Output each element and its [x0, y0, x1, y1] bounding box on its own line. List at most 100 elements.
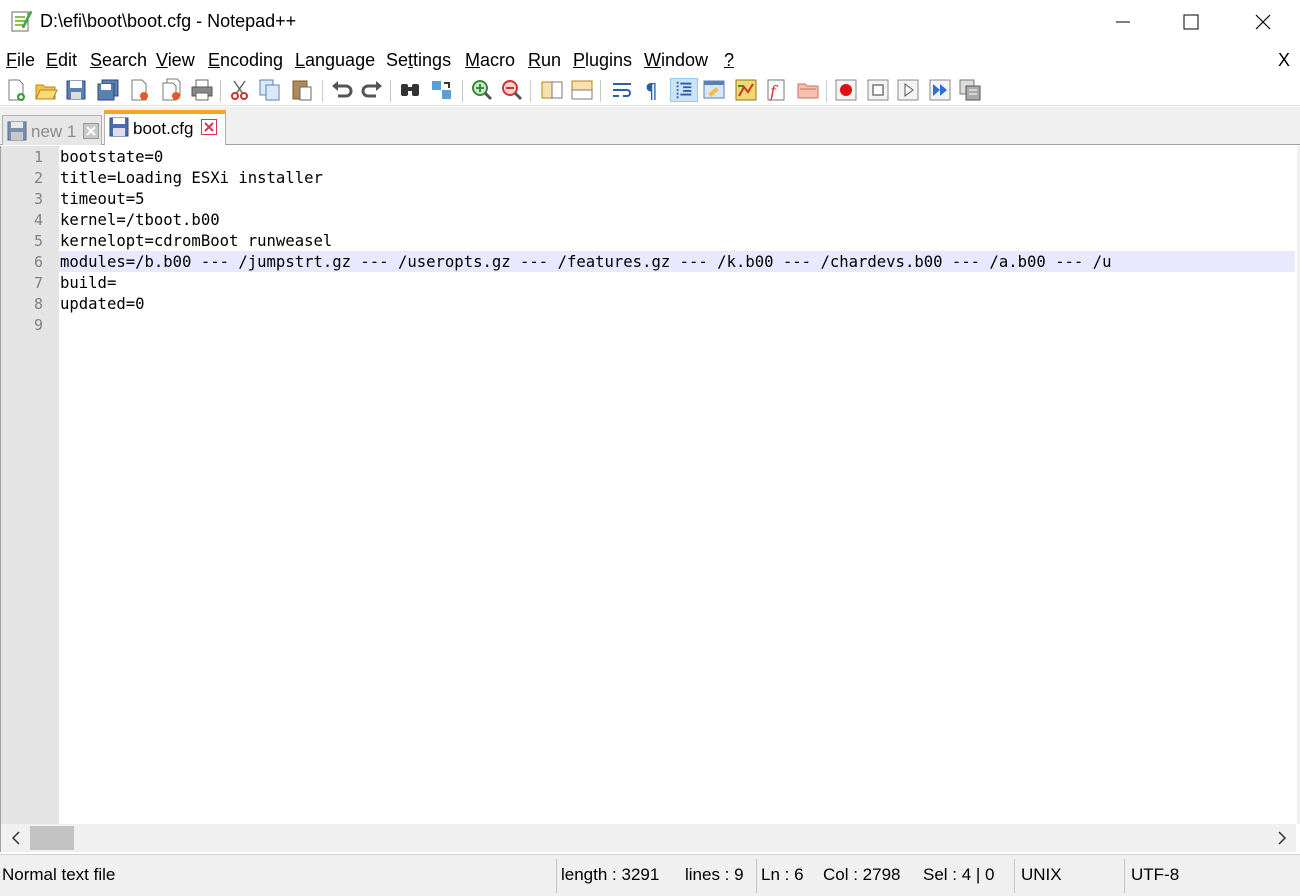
indent-guide-icon[interactable]	[670, 78, 698, 102]
redo-icon[interactable]	[360, 78, 384, 102]
editor-line[interactable]: 9	[1, 314, 1297, 335]
line-number: 3	[33, 190, 43, 208]
saved-file-icon	[109, 117, 129, 137]
status-divider	[756, 859, 757, 893]
zoom-in-icon[interactable]	[470, 78, 494, 102]
stop-recording-icon[interactable]	[866, 78, 890, 102]
editor-line[interactable]: 8 updated=0	[1, 293, 1297, 314]
toolbar-separator	[390, 80, 391, 102]
chevron-right-icon	[1278, 831, 1287, 845]
run-macro-multiple-icon[interactable]	[928, 78, 952, 102]
line-text[interactable]: timeout=5	[60, 190, 1294, 208]
line-text[interactable]: updated=0	[60, 295, 1294, 313]
close-file-icon[interactable]	[128, 78, 152, 102]
close-all-icon[interactable]	[160, 78, 184, 102]
editor-line[interactable]: 6 modules=/b.b00 --- /jumpstrt.gz --- /us…	[1, 251, 1297, 272]
replace-icon[interactable]	[430, 78, 454, 102]
tab-label: boot.cfg	[133, 119, 194, 138]
new-file-icon[interactable]	[4, 78, 28, 102]
record-macro-icon[interactable]	[834, 78, 858, 102]
editor-line[interactable]: 4 kernel=/tboot.b00	[1, 209, 1297, 230]
editor-line[interactable]: 3 timeout=5	[1, 188, 1297, 209]
line-number: 1	[33, 148, 43, 166]
paste-icon[interactable]	[290, 78, 314, 102]
status-divider	[1124, 859, 1125, 893]
line-text[interactable]: kernelopt=cdromBoot runweasel	[60, 232, 1294, 250]
scrollbar-thumb[interactable]	[30, 826, 74, 850]
playback-macro-icon[interactable]	[896, 78, 920, 102]
save-macro-icon[interactable]	[958, 78, 982, 102]
sync-vertical-icon[interactable]	[540, 78, 564, 102]
toolbar-separator	[220, 80, 221, 102]
status-eol[interactable]: UNIX	[1021, 865, 1062, 885]
tab-close-icon[interactable]	[83, 123, 99, 139]
menu-language[interactable]: Language	[295, 50, 375, 71]
copy-icon[interactable]	[258, 78, 282, 102]
menu-run[interactable]: Run	[528, 50, 561, 71]
cut-icon[interactable]	[228, 78, 252, 102]
toolbar-separator	[322, 80, 323, 102]
undo-icon[interactable]	[330, 78, 354, 102]
status-col: Col : 2798	[823, 865, 901, 884]
document-map-icon[interactable]	[734, 78, 758, 102]
function-list-icon[interactable]: f	[764, 78, 788, 102]
minimize-button[interactable]	[1100, 0, 1146, 44]
print-icon[interactable]	[190, 78, 214, 102]
status-divider	[1014, 859, 1015, 893]
folder-as-workspace-icon[interactable]	[796, 78, 820, 102]
line-text[interactable]: kernel=/tboot.b00	[60, 211, 1294, 229]
menu-edit[interactable]: Edit	[46, 50, 77, 71]
menu-plugins[interactable]: Plugins	[573, 50, 632, 71]
menu-view[interactable]: View	[156, 50, 195, 71]
zoom-out-icon[interactable]	[500, 78, 524, 102]
maximize-icon	[1183, 14, 1199, 30]
menu-encoding[interactable]: Encoding	[208, 50, 283, 71]
editor-line[interactable]: 2 title=Loading ESXi installer	[1, 167, 1297, 188]
menu-search[interactable]: Search	[90, 50, 147, 71]
line-text[interactable]: modules=/b.b00 --- /jumpstrt.gz --- /use…	[60, 253, 1294, 271]
tab-bar: new 1 boot.cfg	[0, 107, 1300, 145]
close-icon	[1255, 14, 1271, 30]
line-number: 4	[33, 211, 43, 229]
editor-line[interactable]: 5 kernelopt=cdromBoot runweasel	[1, 230, 1297, 251]
close-window-button[interactable]	[1240, 0, 1286, 44]
save-icon[interactable]	[64, 78, 88, 102]
editor-line[interactable]: 7 build=	[1, 272, 1297, 293]
menu-file[interactable]: File	[6, 50, 35, 71]
open-file-icon[interactable]	[34, 78, 58, 102]
line-text[interactable]: bootstate=0	[60, 148, 1294, 166]
status-bar: Normal text file length : 3291 lines : 9…	[0, 854, 1300, 896]
word-wrap-icon[interactable]	[610, 78, 634, 102]
menu-macro[interactable]: Macro	[465, 50, 515, 71]
toolbar-separator	[826, 80, 827, 102]
line-text[interactable]: build=	[60, 274, 1294, 292]
toolbar-separator	[530, 80, 531, 102]
tab-new-1[interactable]: new 1	[2, 115, 102, 145]
maximize-button[interactable]	[1168, 0, 1214, 44]
line-text[interactable]: title=Loading ESXi installer	[60, 169, 1294, 187]
show-all-characters-icon[interactable]: ¶	[640, 78, 664, 102]
save-all-icon[interactable]	[96, 78, 120, 102]
menu-help[interactable]: ?	[724, 50, 734, 71]
user-defined-language-icon[interactable]	[702, 78, 726, 102]
status-ln: Ln : 6	[761, 865, 804, 884]
scroll-right-button[interactable]	[1271, 828, 1293, 848]
horizontal-scrollbar[interactable]	[0, 824, 1296, 852]
status-length: length : 3291	[561, 865, 660, 884]
sync-horizontal-icon[interactable]	[570, 78, 594, 102]
find-icon[interactable]	[398, 78, 422, 102]
editor-line[interactable]: 1 bootstate=0	[1, 146, 1297, 167]
status-sel: Sel : 4 | 0	[923, 865, 995, 884]
menu-window[interactable]: Window	[644, 50, 708, 71]
menu-settings[interactable]: Settings	[386, 50, 451, 71]
status-encoding[interactable]: UTF-8	[1131, 865, 1179, 885]
status-file-type: Normal text file	[2, 865, 116, 884]
scroll-left-button[interactable]	[5, 828, 27, 848]
close-document-button[interactable]: X	[1278, 50, 1290, 71]
tab-close-icon[interactable]	[201, 119, 217, 135]
tab-label: new 1	[31, 122, 77, 141]
tab-boot-cfg[interactable]: boot.cfg	[104, 110, 226, 145]
saved-file-icon	[7, 121, 27, 141]
editor-area[interactable]: 1 bootstate=0 2 title=Loading ESXi installe…	[0, 146, 1296, 824]
minimize-icon	[1116, 21, 1130, 23]
